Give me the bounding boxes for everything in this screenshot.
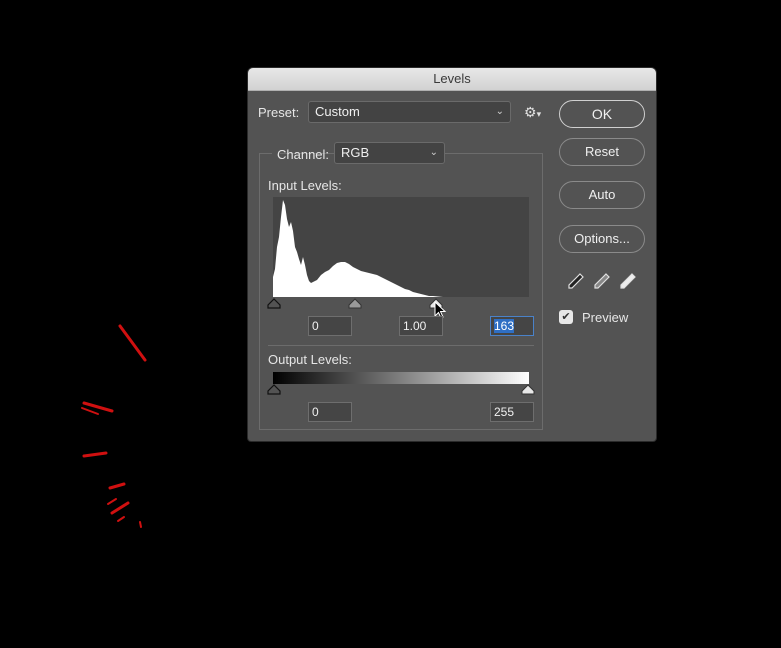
output-levels-label: Output Levels: [268,352,352,367]
red-mark [108,482,126,490]
channel-label: Channel: [277,147,330,162]
channel-value: RGB [341,145,370,160]
channel-row: Channel: [272,143,329,165]
chevron-down-icon: ⌄ [495,106,504,117]
preset-value: Custom [315,104,360,119]
input-white-field[interactable]: 163 [490,316,534,336]
output-white-slider[interactable] [521,384,535,395]
reset-button[interactable]: Reset [559,138,645,166]
black-eyedropper-icon[interactable] [567,272,585,290]
white-eyedropper-icon[interactable] [619,272,637,290]
preset-label: Preset: [258,105,300,120]
preview-checkbox[interactable]: ✔ [559,310,573,324]
red-mark [82,451,108,458]
red-mark [110,501,130,515]
histogram-fill [273,200,443,297]
red-mark [139,521,142,528]
input-gamma-slider[interactable] [348,298,362,309]
auto-button[interactable]: Auto [559,181,645,209]
gear-icon[interactable]: ⚙▾ [524,104,541,121]
input-black-slider[interactable] [267,298,281,309]
divider [268,345,534,346]
channel-select[interactable]: RGB ⌄ [334,142,445,164]
input-white-value: 163 [494,319,515,333]
output-gradient [273,372,529,384]
output-white-field[interactable]: 255 [490,402,534,422]
histogram [273,197,529,297]
red-mark [118,324,147,362]
red-mark [107,498,117,505]
options-button[interactable]: Options... [559,225,645,253]
levels-dialog: Levels Preset: Custom ⌄ ⚙▾ OK Reset Auto… [248,68,656,441]
input-gamma-field[interactable]: 1.00 [399,316,443,336]
gray-eyedropper-icon[interactable] [593,272,611,290]
output-black-field[interactable]: 0 [308,402,352,422]
preview-label[interactable]: Preview [582,310,628,325]
output-black-slider[interactable] [267,384,281,395]
dialog-title[interactable]: Levels [248,68,656,91]
chevron-down-icon: ⌄ [429,147,438,158]
preset-select[interactable]: Custom ⌄ [308,101,511,123]
input-levels-label: Input Levels: [268,178,342,193]
red-mark [81,407,99,415]
ok-button[interactable]: OK [559,100,645,128]
input-black-field[interactable]: 0 [308,316,352,336]
red-mark [117,516,125,522]
